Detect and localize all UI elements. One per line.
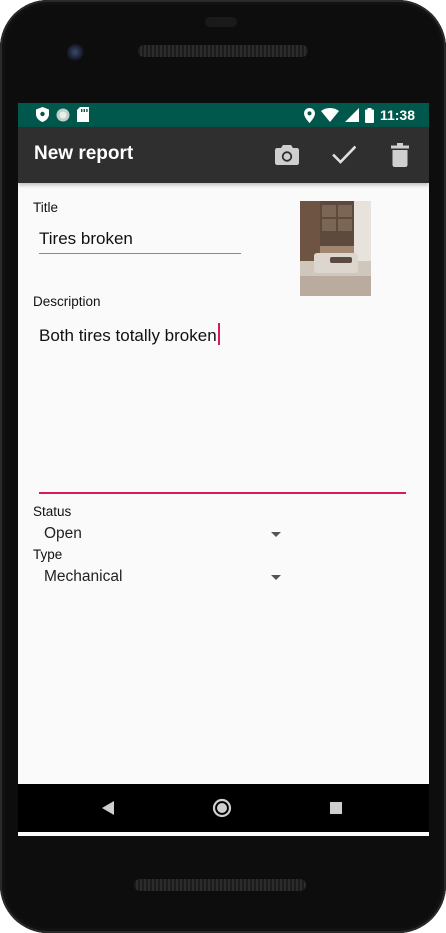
type-dropdown-arrow-icon[interactable]	[271, 575, 281, 580]
signal-icon	[344, 108, 359, 122]
front-camera	[67, 44, 85, 62]
delete-button[interactable]	[385, 140, 415, 170]
text-cursor	[217, 323, 220, 345]
description-text: Both tires totally broken	[39, 326, 217, 345]
check-icon	[332, 145, 356, 164]
location-icon	[303, 107, 315, 123]
back-icon[interactable]	[102, 801, 114, 815]
top-speaker	[138, 45, 308, 57]
title-label: Title	[33, 200, 59, 215]
battery-icon	[364, 107, 374, 123]
wifi-icon	[320, 108, 339, 122]
type-label: Type	[33, 547, 63, 562]
title-underline	[39, 253, 241, 254]
screen: 11:38 New report Title Tires broken Desc…	[18, 103, 429, 836]
type-spinner[interactable]: Mechanical	[44, 568, 122, 586]
save-button[interactable]	[329, 140, 359, 170]
status-time: 11:38	[379, 107, 415, 123]
description-input[interactable]: Both tires totally broken	[39, 323, 220, 346]
app-toolbar: New report	[18, 127, 429, 183]
sensor	[205, 17, 237, 27]
title-input[interactable]: Tires broken	[39, 229, 133, 249]
report-photo-thumbnail[interactable]	[300, 201, 371, 296]
status-spinner[interactable]: Open	[44, 525, 82, 543]
sd-card-icon	[77, 107, 89, 122]
bottom-speaker	[134, 879, 306, 891]
delete-icon	[391, 143, 409, 167]
circle-icon	[56, 108, 70, 121]
camera-button[interactable]	[272, 140, 302, 170]
description-underline	[39, 492, 406, 494]
recents-icon[interactable]	[330, 802, 342, 814]
status-dropdown-arrow-icon[interactable]	[271, 532, 281, 537]
shield-icon	[36, 107, 49, 122]
photo-image	[300, 201, 371, 296]
status-label: Status	[33, 504, 72, 519]
toolbar-title: New report	[34, 143, 134, 164]
home-icon[interactable]	[212, 798, 232, 818]
status-bar: 11:38	[18, 103, 429, 127]
camera-icon	[275, 145, 299, 165]
phone-frame: 11:38 New report Title Tires broken Desc…	[0, 0, 446, 933]
navigation-bar	[18, 784, 429, 832]
description-label: Description	[33, 294, 101, 309]
